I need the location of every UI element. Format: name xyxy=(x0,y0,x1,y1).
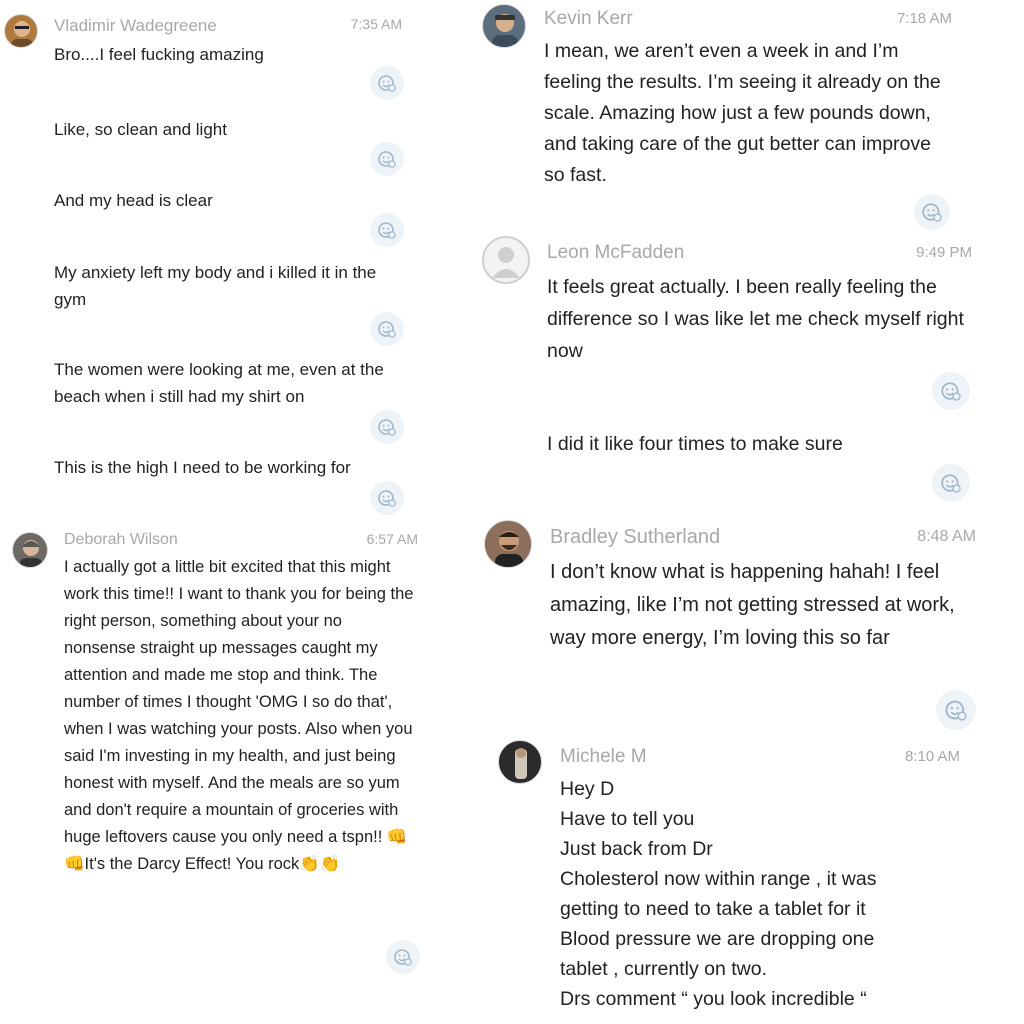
avatar-kevin xyxy=(482,4,526,48)
add-reaction-button[interactable] xyxy=(370,142,404,176)
add-reaction-icon xyxy=(945,700,967,721)
add-reaction-button[interactable] xyxy=(370,213,404,247)
add-reaction-icon xyxy=(941,382,961,401)
chat-panel-vladimir: Vladimir Wadegreene 7:35 AM Bro....I fee… xyxy=(0,0,455,520)
message-text: Blood pressure we are dropping one table… xyxy=(560,928,875,980)
message-timestamp: 6:57 AM xyxy=(366,531,418,547)
message-text: Cholesterol now within range , it was ge… xyxy=(560,868,877,920)
avatar-leon xyxy=(482,236,530,284)
message-text: Drs comment “ you look incredible “ xyxy=(560,988,867,1010)
message-text: I did it like four times to make sure xyxy=(547,433,843,455)
sender-name: Kevin Kerr xyxy=(544,8,633,29)
add-reaction-button[interactable] xyxy=(370,312,404,346)
message-timestamp: 9:49 PM xyxy=(916,244,972,261)
message-text: I actually got a little bit excited that… xyxy=(64,558,414,873)
sender-name: Bradley Sutherland xyxy=(550,526,721,548)
add-reaction-icon xyxy=(378,222,396,239)
sender-name: Michele M xyxy=(560,746,647,767)
message-timestamp: 8:10 AM xyxy=(904,748,960,765)
add-reaction-button[interactable] xyxy=(932,464,970,502)
message-text: And my head is clear xyxy=(54,191,213,210)
add-reaction-icon xyxy=(378,490,396,507)
add-reaction-button[interactable] xyxy=(914,194,950,230)
add-reaction-icon xyxy=(378,75,396,92)
add-reaction-icon xyxy=(378,151,396,168)
sender-name: Leon McFadden xyxy=(547,242,685,263)
chat-panel-deborah: Deborah Wilson 6:57 AM I actually got a … xyxy=(0,520,455,1024)
message-text: Just back from Dr xyxy=(560,838,713,860)
add-reaction-icon xyxy=(378,419,396,436)
add-reaction-button[interactable] xyxy=(386,940,420,974)
message-text: Like, so clean and light xyxy=(54,120,227,139)
message-text: Bro....I feel fucking amazing xyxy=(54,45,264,64)
add-reaction-button[interactable] xyxy=(370,66,404,100)
message-text: I mean, we aren’t even a week in and I’m… xyxy=(544,40,941,186)
add-reaction-button[interactable] xyxy=(370,410,404,444)
message-text: I don’t know what is happening hahah! I … xyxy=(550,561,955,649)
message-timestamp: 7:18 AM xyxy=(896,10,952,27)
message-text: My anxiety left my body and i killed it … xyxy=(54,263,377,309)
avatar-bradley xyxy=(484,520,532,568)
message-text: Have to tell you xyxy=(560,808,695,830)
sender-name: Deborah Wilson xyxy=(64,531,178,548)
add-reaction-button[interactable] xyxy=(936,690,976,730)
message-timestamp: 8:48 AM xyxy=(917,528,976,545)
add-reaction-icon xyxy=(941,474,961,493)
add-reaction-icon xyxy=(378,321,396,338)
chat-panel-bradley: Bradley Sutherland 8:48 AM I don’t know … xyxy=(466,510,1024,732)
add-reaction-button[interactable] xyxy=(932,372,970,410)
avatar-michele xyxy=(498,740,542,784)
message-text: The women were looking at me, even at th… xyxy=(54,360,384,406)
user-silhouette-icon xyxy=(492,247,520,278)
avatar-vladimir xyxy=(4,14,38,48)
message-text: This is the high I need to be working fo… xyxy=(54,458,351,477)
message-text: It feels great actually. I been really f… xyxy=(547,276,964,362)
chat-panel-leon: Leon McFadden 9:49 PM It feels great act… xyxy=(466,232,1024,502)
message-timestamp: 7:35 AM xyxy=(350,16,402,32)
message-text: Hey D xyxy=(560,778,615,800)
avatar-deborah xyxy=(12,532,48,568)
sender-name: Vladimir Wadegreene xyxy=(54,16,217,35)
add-reaction-icon xyxy=(922,203,942,222)
chat-panel-michele: Michele M 8:10 AM Hey D Have to tell you… xyxy=(466,732,1024,1024)
add-reaction-button[interactable] xyxy=(370,481,404,515)
chat-panel-kevin: Kevin Kerr 7:18 AM I mean, we aren’t eve… xyxy=(466,0,1024,232)
add-reaction-icon xyxy=(394,949,412,966)
